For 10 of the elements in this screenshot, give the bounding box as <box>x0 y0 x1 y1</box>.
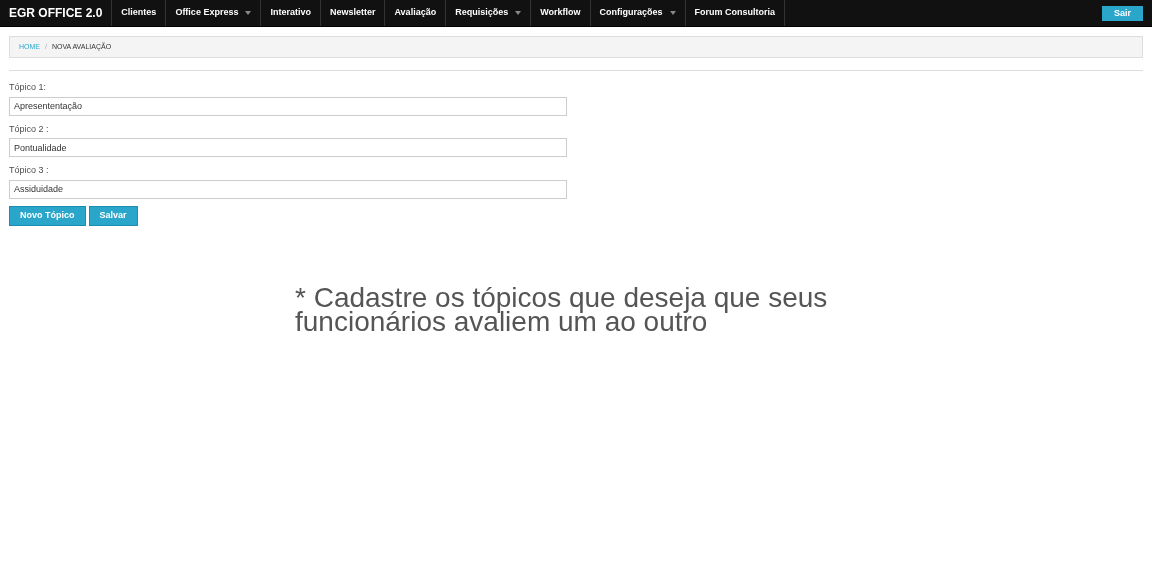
input-field[interactable]: Apresententação <box>9 96 567 116</box>
input-field[interactable]: Pontualidade <box>9 138 567 157</box>
field-label: Tópico 1: <box>9 81 48 94</box>
caret-icon <box>669 11 676 15</box>
input-field[interactable]: Assiduidade <box>9 179 567 199</box>
instruction-text: * Cadastre os tópicos que deseja que seus funcionários avaliem um ao outro <box>295 285 829 334</box>
field-label: Tópico 2 : <box>9 122 50 136</box>
field-label: Tópico 3 : <box>9 164 50 177</box>
caret-icon <box>515 11 522 15</box>
caret-icon <box>245 11 252 15</box>
